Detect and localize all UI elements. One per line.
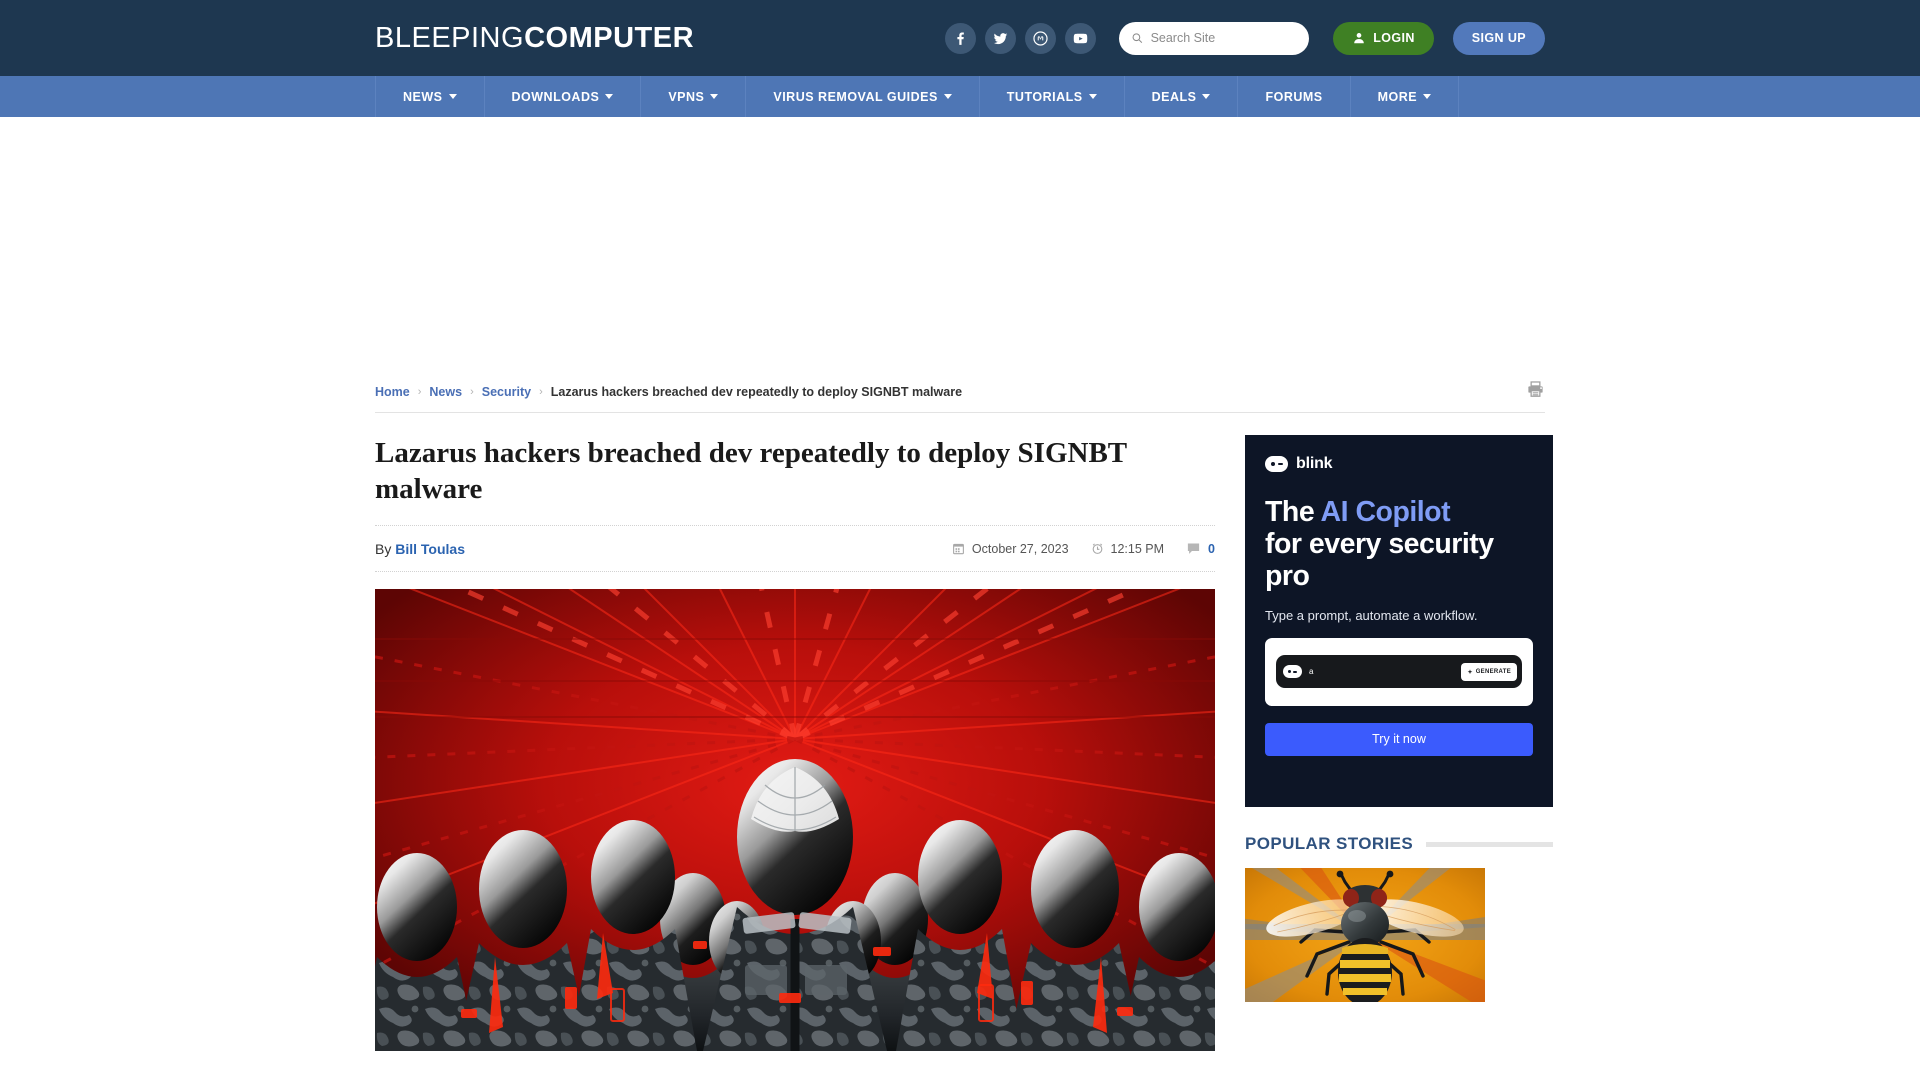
- main-navigation: NEWS DOWNLOADS VPNS VIRUS REMOVAL GUIDES…: [0, 76, 1920, 117]
- chevron-down-icon: [1088, 94, 1097, 99]
- comment-count: 0: [1208, 541, 1215, 556]
- article-hero-image: [375, 588, 1215, 1051]
- breadcrumb-item-security[interactable]: Security: [482, 385, 531, 399]
- chevron-down-icon: [943, 94, 952, 99]
- author-link[interactable]: Bill Toulas: [395, 541, 465, 557]
- article-column: Lazarus hackers breached dev repeatedly …: [375, 435, 1215, 1051]
- site-header: BLEEPINGCOMPUTER Search Site LOGIN SIGN …: [0, 0, 1920, 76]
- site-logo[interactable]: BLEEPINGCOMPUTER: [375, 21, 695, 54]
- breadcrumb-item-current: Lazarus hackers breached dev repeatedly …: [550, 384, 963, 399]
- blink-generate-button[interactable]: GENERATE: [1460, 662, 1517, 681]
- nav-item-label: DEALS: [1151, 89, 1197, 104]
- content-wrapper: Home › News › Security › Lazarus hackers…: [375, 371, 1553, 1051]
- blink-subtext: Type a prompt, automate a workflow.: [1265, 607, 1478, 623]
- nav-item-label: MORE: [1377, 89, 1418, 104]
- login-button[interactable]: LOGIN: [1333, 21, 1434, 55]
- nav-item-label: TUTORIALS: [1006, 89, 1083, 104]
- search-input[interactable]: [1150, 31, 1298, 45]
- section-divider: [1426, 841, 1553, 847]
- breadcrumb-row: Home › News › Security › Lazarus hackers…: [375, 371, 1545, 413]
- blink-robot-icon: [1265, 456, 1288, 472]
- print-icon[interactable]: [1526, 380, 1545, 404]
- blink-headline-part2: for every security pro: [1265, 528, 1494, 593]
- blink-logo: blink: [1265, 455, 1533, 473]
- popular-stories-header: POPULAR STORIES: [1245, 834, 1553, 854]
- blink-headline: The AI Copilot for every security pro: [1265, 496, 1533, 593]
- hero-illustration: [375, 588, 1215, 1051]
- nav-item-downloads[interactable]: DOWNLOADS: [485, 76, 642, 117]
- nav-item-label: NEWS: [403, 89, 443, 104]
- nav-item-virus-removal-guides[interactable]: VIRUS REMOVAL GUIDES: [746, 76, 980, 117]
- nav-item-label: VPNS: [668, 89, 705, 104]
- blink-generate-label: GENERATE: [1475, 668, 1511, 675]
- user-icon: [1354, 33, 1364, 44]
- logo-text-light: BLEEPING: [375, 21, 525, 54]
- breadcrumb-item-news[interactable]: News: [429, 385, 462, 399]
- nav-item-label: DOWNLOADS: [511, 89, 600, 104]
- popular-stories-title: POPULAR STORIES: [1245, 834, 1414, 853]
- chevron-down-icon: [1423, 94, 1432, 99]
- blink-robot-icon: [1283, 665, 1302, 679]
- breadcrumb-separator: ›: [539, 385, 543, 398]
- youtube-icon[interactable]: [1065, 22, 1097, 54]
- nav-item-tutorials[interactable]: TUTORIALS: [980, 76, 1125, 117]
- breadcrumb: Home › News › Security › Lazarus hackers…: [375, 385, 962, 399]
- blink-headline-part1: The: [1265, 496, 1321, 528]
- bee-illustration: [1245, 868, 1485, 1002]
- comments-link[interactable]: 0: [1186, 541, 1215, 556]
- logo-text-bold: COMPUTER: [524, 21, 695, 54]
- social-links: [945, 22, 1097, 54]
- sidebar: blink The AI Copilot for every security …: [1245, 435, 1553, 1051]
- top-ad-slot: [0, 117, 1920, 371]
- chevron-down-icon: [1202, 94, 1211, 99]
- breadcrumb-item-home[interactable]: Home: [375, 385, 410, 399]
- search-icon: [1132, 33, 1143, 43]
- nav-item-forums[interactable]: FORUMS: [1238, 76, 1351, 117]
- blink-brand-label: blink: [1296, 455, 1333, 472]
- blink-advertisement[interactable]: blink The AI Copilot for every security …: [1245, 435, 1553, 807]
- mastodon-icon[interactable]: [1025, 22, 1057, 54]
- chevron-down-icon: [605, 94, 614, 99]
- signup-button-label: SIGN UP: [1471, 31, 1526, 45]
- blink-cta-button[interactable]: Try it now: [1265, 722, 1533, 756]
- twitter-icon[interactable]: [985, 22, 1017, 54]
- byline-prefix: By: [375, 540, 392, 557]
- calendar-icon: [953, 543, 964, 555]
- nav-item-label: FORUMS: [1265, 89, 1323, 104]
- search-box[interactable]: [1119, 21, 1310, 55]
- blink-prompt-card: a GENERATE: [1265, 637, 1533, 706]
- breadcrumb-separator: ›: [417, 385, 422, 398]
- blink-prompt-value: a: [1309, 667, 1314, 677]
- page-title: Lazarus hackers breached dev repeatedly …: [375, 435, 1215, 526]
- byline: By Bill Toulas: [375, 541, 465, 557]
- login-button-label: LOGIN: [1373, 31, 1415, 45]
- blink-cta-label: Try it now: [1372, 732, 1426, 747]
- nav-item-label: VIRUS REMOVAL GUIDES: [773, 89, 938, 104]
- sparkle-icon: [1467, 668, 1473, 674]
- breadcrumb-separator: ›: [470, 385, 474, 398]
- signup-button[interactable]: SIGN UP: [1452, 21, 1545, 55]
- publish-time-text: 12:15 PM: [1110, 541, 1165, 556]
- comment-icon: [1187, 543, 1200, 554]
- publish-time: 12:15 PM: [1091, 541, 1165, 556]
- article-meta-row: By Bill Toulas October 27, 2023 12:15 PM…: [375, 526, 1215, 572]
- nav-item-deals[interactable]: DEALS: [1125, 76, 1239, 117]
- publish-date-text: October 27, 2023: [971, 541, 1069, 556]
- clock-icon: [1092, 543, 1102, 554]
- facebook-icon[interactable]: [945, 22, 977, 54]
- blink-headline-accent: AI Copilot: [1320, 496, 1451, 528]
- chevron-down-icon: [448, 94, 457, 99]
- publish-date: October 27, 2023: [952, 542, 1069, 556]
- popular-story-thumbnail[interactable]: [1245, 868, 1485, 1002]
- blink-prompt-bar[interactable]: a GENERATE: [1276, 655, 1522, 689]
- nav-item-news[interactable]: NEWS: [375, 76, 485, 117]
- nav-item-more[interactable]: MORE: [1351, 76, 1460, 117]
- chevron-down-icon: [710, 94, 719, 99]
- nav-item-vpns[interactable]: VPNS: [641, 76, 747, 117]
